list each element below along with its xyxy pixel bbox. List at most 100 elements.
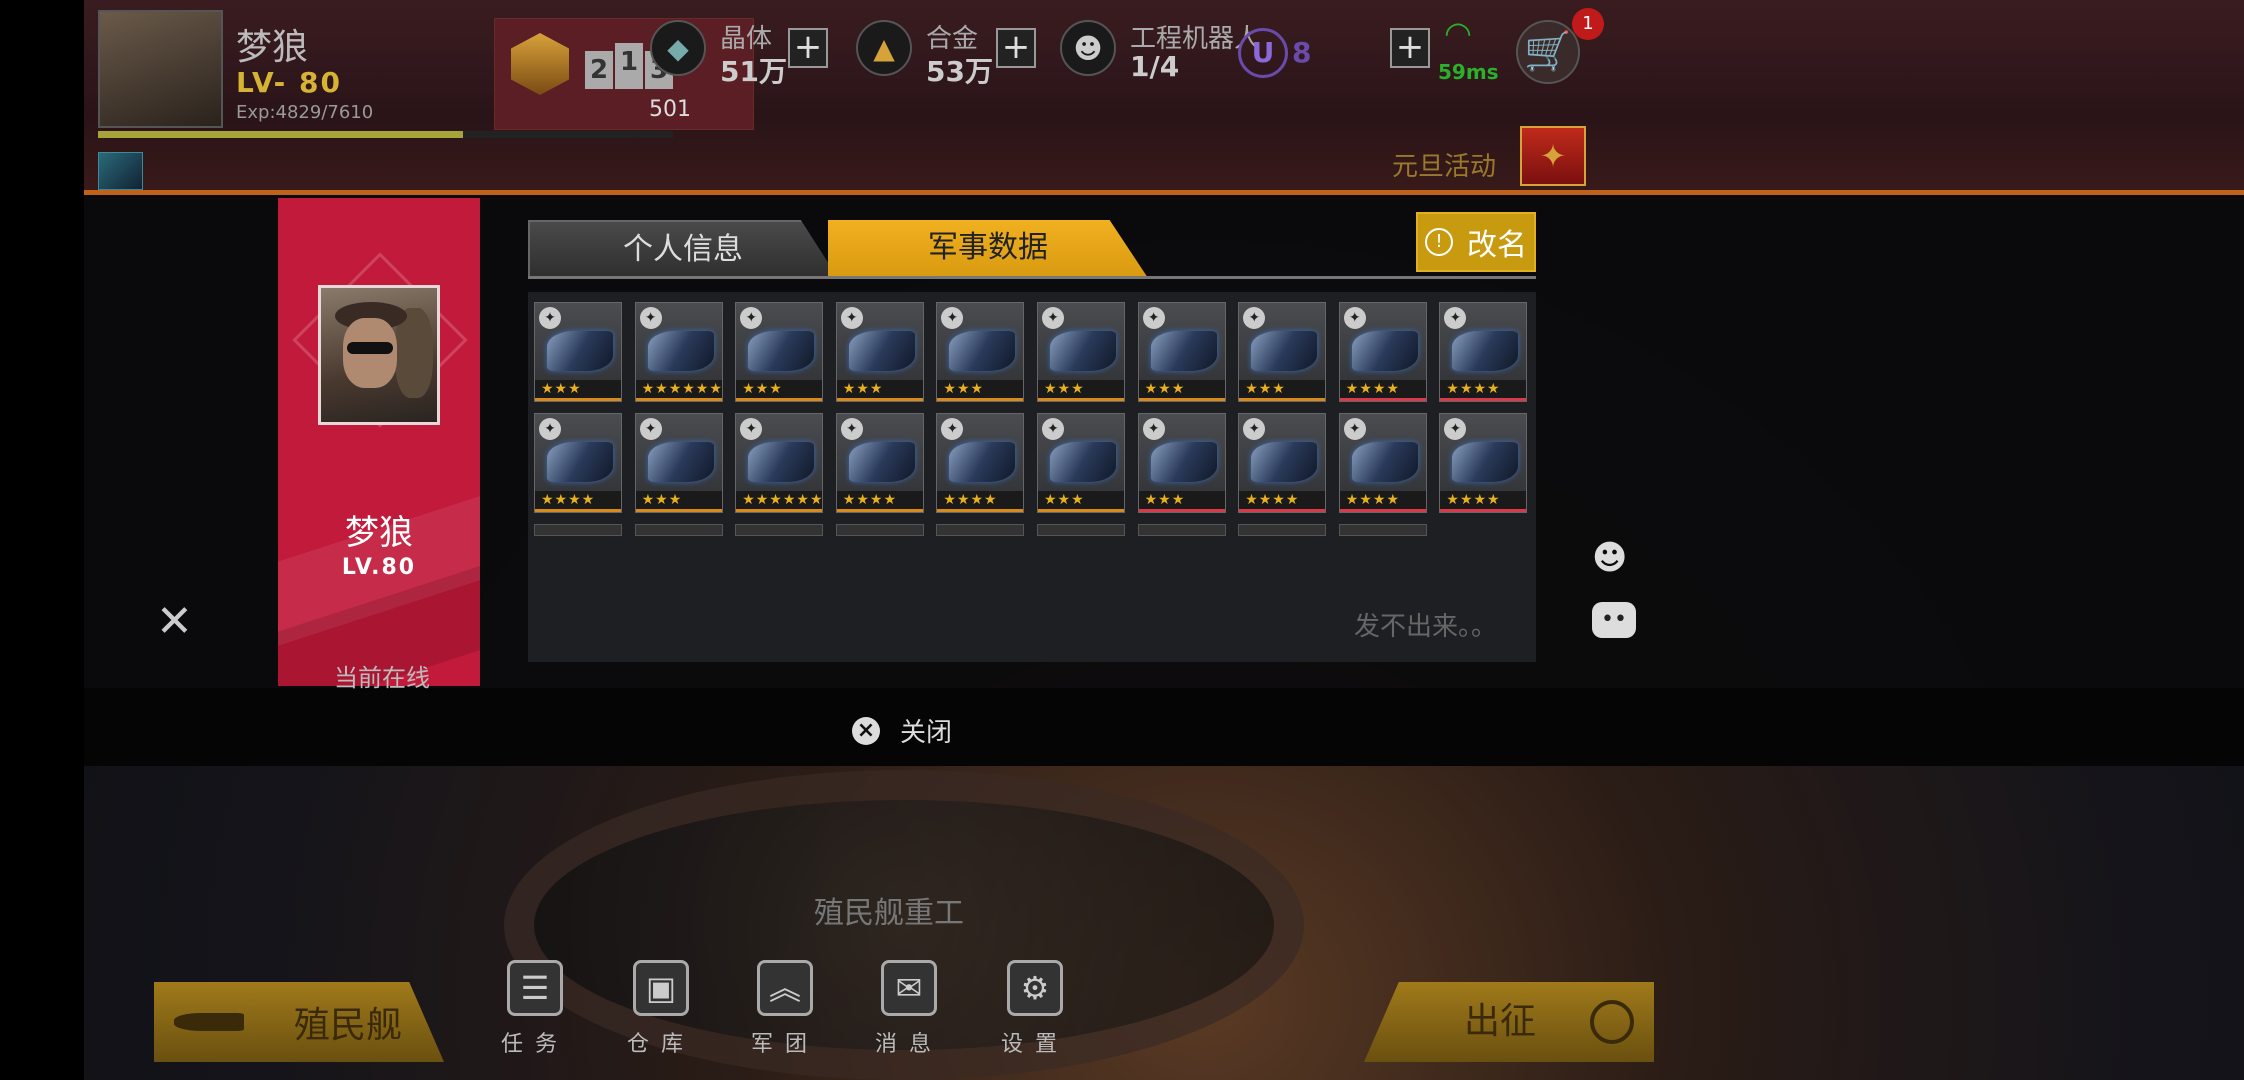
u-currency-icon: U — [1238, 28, 1288, 78]
ship-card-partial[interactable] — [534, 524, 622, 536]
alloy-icon: ▲ — [856, 20, 912, 76]
ship-image — [1251, 442, 1318, 482]
tab-personal-info[interactable]: 个人信息 — [528, 220, 838, 278]
nav-mission[interactable]: ☰ 任务 — [480, 960, 590, 1060]
colony-ship-button[interactable]: 殖民舰 — [154, 982, 444, 1062]
add-currency-button[interactable]: + — [1390, 28, 1430, 68]
ship-card[interactable]: ✦ ★★★★ — [1238, 413, 1327, 513]
ship-image — [1452, 442, 1519, 482]
rank-badge-icon — [511, 33, 569, 95]
ship-class-icon: ✦ — [1142, 307, 1165, 329]
ship-image — [547, 331, 613, 371]
nav-message[interactable]: ✉ 消息 — [854, 960, 964, 1060]
ship-image — [1150, 331, 1217, 371]
ship-image — [1050, 442, 1116, 482]
ship-stars: ★★★ — [1038, 491, 1124, 509]
ship-card[interactable]: ✦ ★★★ — [735, 302, 824, 402]
ship-card[interactable]: ✦ ★★★★ — [534, 413, 622, 513]
ship-stars: ★★★ — [1138, 491, 1225, 509]
ship-card[interactable]: ✦ ★★★ — [1238, 302, 1327, 402]
robot-value: 1/4 — [1130, 50, 1180, 83]
ship-card-partial[interactable] — [936, 524, 1025, 536]
ship-stars: ★★★★ — [535, 491, 621, 509]
ship-card[interactable]: ✦ ★★★★★★ — [735, 413, 824, 513]
close-button[interactable]: × 关闭 — [852, 712, 952, 749]
ship-card-partial[interactable] — [1137, 524, 1226, 536]
nav-warehouse[interactable]: ▣ 仓库 — [606, 960, 716, 1060]
ship-card[interactable]: ✦ ★★★★ — [936, 413, 1025, 513]
player-avatar[interactable] — [98, 10, 223, 128]
ship-card[interactable]: ✦ ★★★ — [534, 302, 622, 402]
rarity-bar — [1440, 509, 1527, 512]
contact-icon[interactable]: ☻ — [1592, 538, 1627, 578]
exp-bar-fill — [98, 131, 463, 138]
ship-card[interactable]: ✦ ★★★ — [1037, 302, 1125, 402]
ship-card[interactable]: ✦ ★★★★ — [1439, 413, 1528, 513]
exp-bar — [98, 131, 673, 138]
rename-label: 改名 — [1467, 228, 1527, 263]
ship-card-partial[interactable] — [1238, 524, 1327, 536]
ship-image — [949, 442, 1016, 482]
add-crystal-button[interactable]: + — [788, 28, 828, 68]
close-label: 关闭 — [900, 718, 953, 748]
ship-stars: ★★★ — [1038, 380, 1124, 398]
rename-button[interactable]: ! 改名 — [1416, 212, 1536, 272]
rarity-bar — [1138, 509, 1225, 512]
ship-stars: ★★★ — [1138, 380, 1225, 398]
rarity-bar — [1038, 398, 1124, 401]
ship-card-partial[interactable] — [735, 524, 824, 536]
ship-card-partial[interactable] — [835, 524, 924, 536]
rarity-bar — [635, 509, 722, 512]
top-bar: 梦狼 LV- 80 Exp:4829/7610 2 1 3 501 ◆ 晶体 5… — [84, 0, 2244, 195]
ship-image — [1150, 442, 1217, 482]
ship-card[interactable]: ✦ ★★★ — [936, 302, 1025, 402]
rank-block[interactable]: 2 1 3 501 — [494, 18, 754, 130]
nav-legion[interactable]: ︽ 军团 — [730, 960, 840, 1060]
chat-icon[interactable]: •• — [1592, 602, 1636, 638]
ship-card[interactable]: ✦ ★★★ — [1137, 413, 1226, 513]
ship-card-partial[interactable] — [1037, 524, 1125, 536]
ship-card[interactable]: ✦ ★★★ — [835, 302, 924, 402]
ship-card[interactable]: ✦ ★★★ — [1037, 413, 1125, 513]
shop-cart-icon[interactable]: 🛒 — [1516, 20, 1580, 84]
tools-icon[interactable]: ✕ — [156, 596, 206, 647]
ship-card[interactable]: ✦ ★★★★ — [1338, 302, 1427, 402]
gift-icon[interactable]: ✦ — [1520, 126, 1586, 186]
crystal-icon: ◆ — [650, 20, 706, 76]
nav-settings[interactable]: ⚙ 设置 — [980, 960, 1090, 1060]
rarity-bar — [1440, 398, 1527, 401]
wifi-icon: ◠ — [1444, 14, 1472, 52]
ship-card[interactable]: ✦ ★★★ — [634, 413, 723, 513]
ship-card[interactable]: ✦ ★★★★ — [1439, 302, 1528, 402]
tab-divider — [528, 276, 1536, 279]
cart-badge: 1 — [1572, 8, 1604, 40]
podium-1: 1 — [615, 43, 643, 89]
nav-legion-label: 军团 — [750, 1032, 819, 1057]
add-alloy-button[interactable]: + — [996, 28, 1036, 68]
ship-class-icon: ✦ — [1042, 307, 1064, 329]
ship-card[interactable]: ✦ ★★★★ — [1338, 413, 1427, 513]
tab-military-data[interactable]: 军事数据 — [828, 220, 1148, 278]
ship-stars: ★★★ — [937, 380, 1024, 398]
ship-card-partial[interactable] — [634, 524, 723, 536]
rarity-bar — [937, 398, 1024, 401]
rarity-bar — [736, 509, 823, 512]
sortie-button[interactable]: 出征 — [1364, 982, 1654, 1062]
ship-card[interactable]: ✦ ★★★ — [1137, 302, 1226, 402]
nav-mission-label: 任务 — [500, 1032, 569, 1057]
game-view: 梦狼 LV- 80 Exp:4829/7610 2 1 3 501 ◆ 晶体 5… — [84, 0, 2244, 1080]
event-label[interactable]: 元旦活动 — [1392, 146, 1496, 183]
online-status: 当前在线 — [334, 664, 430, 692]
close-bar — [84, 688, 2244, 766]
ship-card[interactable]: ✦ ★★★★★★ — [634, 302, 723, 402]
rarity-bar — [535, 398, 621, 401]
ship-image — [1251, 331, 1318, 371]
buff-icon[interactable] — [98, 152, 143, 190]
ship-image — [647, 331, 714, 371]
ship-card-partial[interactable] — [1338, 524, 1427, 536]
chat-preview[interactable]: 发不出来。。 — [1354, 606, 1497, 643]
ship-card[interactable]: ✦ ★★★★ — [835, 413, 924, 513]
ship-stars: ★★★★ — [1339, 491, 1426, 509]
ship-class-icon: ✦ — [1444, 418, 1467, 440]
ship-stars: ★★★ — [635, 491, 722, 509]
